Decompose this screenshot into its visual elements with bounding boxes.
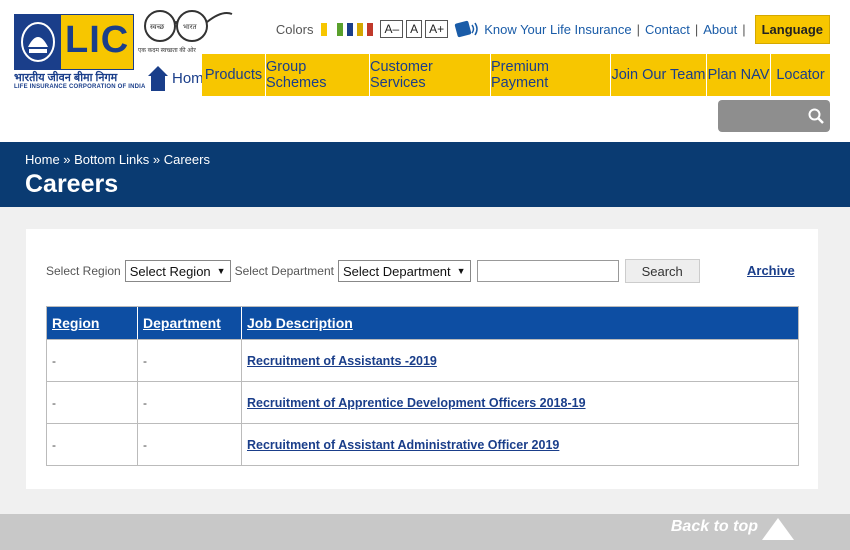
logo-english-text: LIFE INSURANCE CORPORATION OF INDIA [14,84,146,90]
table-row: - - Recruitment of Assistant Administrat… [47,423,798,465]
department-select-value: Select Department [342,263,451,279]
main-navbar: Products Group Schemes Customer Services… [202,54,830,96]
font-decrease-button[interactable]: A– [380,20,404,38]
language-button[interactable]: Language [754,14,830,44]
swachh-right-text: भारत [183,23,198,31]
table-row: - - Recruitment of Apprentice Developmen… [47,381,798,423]
nav-plan-nav[interactable]: Plan NAV [707,54,771,96]
site-search-input[interactable] [718,100,830,132]
separator: | [636,21,641,37]
color-swatch-green[interactable] [337,22,344,36]
region-column-header[interactable]: Region [47,307,138,339]
separator: | [694,21,699,37]
job-link[interactable]: Recruitment of Assistants -2019 [242,340,796,381]
dropdown-arrow-icon: ▼ [216,266,226,276]
page-title: Careers [25,170,119,198]
department-select[interactable]: Select Department ▼ [337,260,471,282]
keyword-input[interactable] [476,260,619,282]
color-swatch-yellow[interactable] [321,22,328,36]
department-cell: - [138,382,242,423]
screen-reader-icon[interactable] [454,19,480,39]
home-icon [148,66,168,91]
table-row: - - Recruitment of Assistants -2019 [47,339,798,381]
swachh-tagline: एक कदम स्वच्छता की ओर [138,48,196,54]
font-increase-button[interactable]: A+ [425,20,449,38]
page-banner: Home » Bottom Links » Careers Careers [0,142,850,207]
department-cell: - [138,424,242,465]
font-normal-button[interactable]: A [406,20,423,38]
archive-link[interactable]: Archive [747,263,795,278]
lic-logo[interactable]: LIC [14,14,134,70]
swachh-left-text: स्वच्छ [150,23,165,31]
job-description-column-header[interactable]: Job Description [242,307,796,339]
department-column-header[interactable]: Department [138,307,242,339]
separator: | [742,21,746,37]
region-cell: - [47,424,138,465]
department-label: Select Department [234,264,334,278]
nav-products[interactable]: Products [202,54,266,96]
job-link[interactable]: Recruitment of Apprentice Development Of… [242,382,796,423]
color-swatch-red[interactable] [367,22,374,36]
breadcrumb[interactable]: Home » Bottom Links » Careers [25,152,210,167]
nav-premium-payment[interactable]: Premium Payment [491,54,611,96]
site-header: LIC भारतीय जीवन बीमा निगम LIFE INSURANCE… [0,0,850,142]
up-arrow-icon[interactable] [762,518,794,540]
job-link[interactable]: Recruitment of Assistant Administrative … [242,424,796,465]
page-footer: Back to top [0,514,850,550]
top-utility-bar: Colors A– A A+ Know Your Life Insurance … [276,14,830,44]
know-your-life-insurance-link[interactable]: Know Your Life Insurance [484,22,631,37]
lic-emblem-icon [15,15,61,69]
nav-customer-services[interactable]: Customer Services [370,54,491,96]
careers-content-panel: Select Region Select Region ▼ Select Dep… [26,229,818,489]
back-to-top-link[interactable]: Back to top [671,518,758,536]
nav-join-our-team[interactable]: Join Our Team [611,54,707,96]
nav-group-schemes[interactable]: Group Schemes [266,54,370,96]
logo-text: LIC [65,19,130,61]
region-cell: - [47,340,138,381]
department-cell: - [138,340,242,381]
color-swatch-blue[interactable] [347,22,354,36]
about-link[interactable]: About [703,22,737,37]
color-swatch-gold[interactable] [357,22,364,36]
logo-hindi-text: भारतीय जीवन बीमा निगम [14,72,118,84]
nav-locator[interactable]: Locator [771,54,830,96]
region-select[interactable]: Select Region ▼ [124,260,231,282]
region-label: Select Region [46,264,121,278]
table-header: Region Department Job Description [47,307,798,339]
search-icon[interactable] [808,108,824,124]
dropdown-arrow-icon: ▼ [456,266,466,276]
search-button[interactable]: Search [624,259,700,283]
careers-table: Region Department Job Description - - Re… [46,306,799,466]
colors-label: Colors [275,21,314,37]
contact-link[interactable]: Contact [645,22,690,37]
region-cell: - [47,382,138,423]
region-select-value: Select Region [129,263,211,279]
filter-bar: Select Region Select Region ▼ Select Dep… [46,259,700,283]
